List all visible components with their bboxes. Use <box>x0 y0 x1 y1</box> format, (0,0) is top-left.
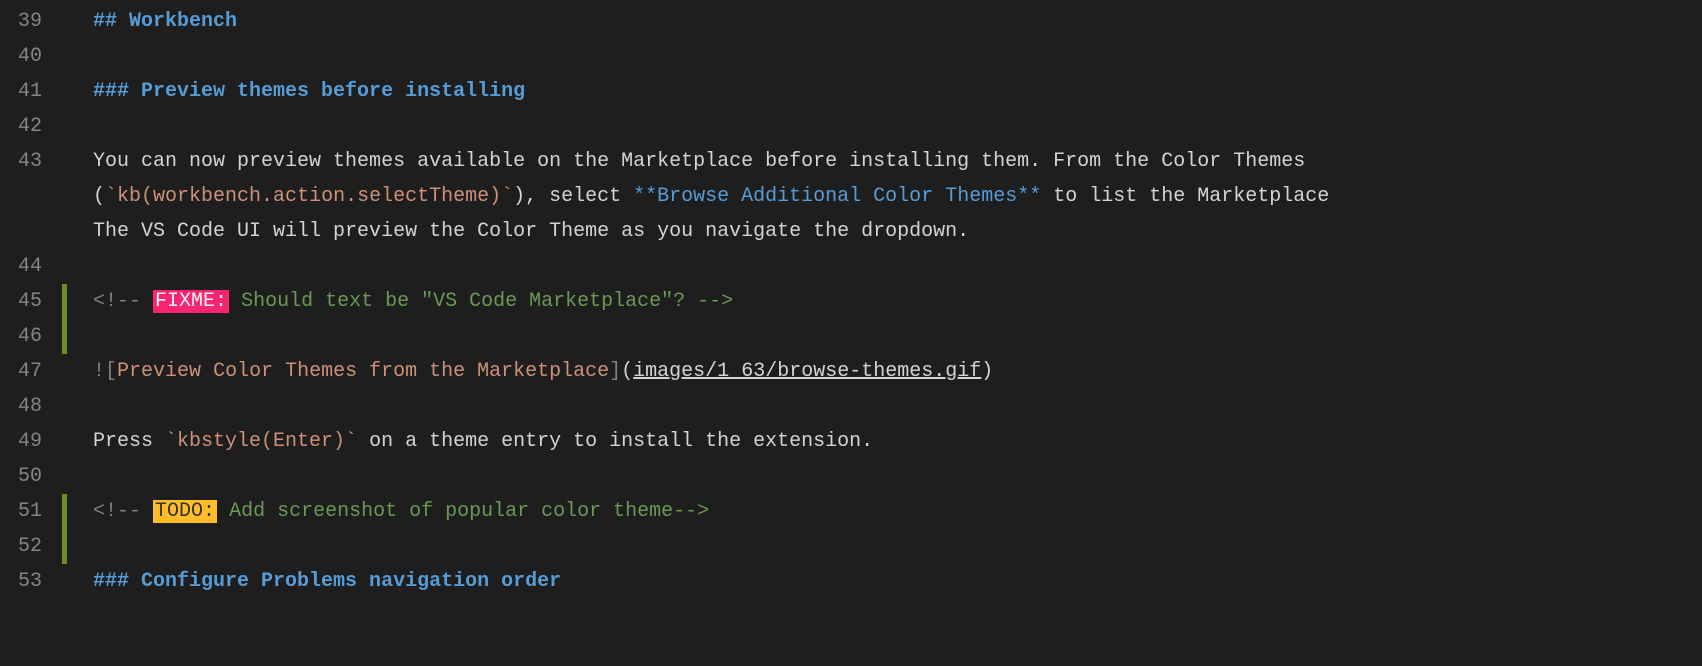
line-number: 45 <box>0 284 62 319</box>
line-number <box>0 214 62 249</box>
line-number: 52 <box>0 529 62 564</box>
html-comment: <!-- FIXME: Should text be "VS Code Mark… <box>93 290 733 313</box>
line-number <box>0 179 62 214</box>
code-content[interactable]: ## Workbench ### Preview themes before i… <box>67 0 1702 599</box>
markdown-heading: ## Workbench <box>93 10 237 33</box>
text: to list the Marketplace <box>1041 185 1329 208</box>
markdown-bold: **Browse Additional Color Themes** <box>633 185 1041 208</box>
markdown-image-bang: ! <box>93 360 105 383</box>
text: ( <box>93 185 105 208</box>
line-number-gutter: 39 40 41 42 43 44 45 46 47 48 49 50 51 5… <box>0 0 62 599</box>
text: You can now preview themes available on … <box>93 150 1305 173</box>
markdown-heading: ### Preview themes before installing <box>93 80 525 103</box>
todo-tag: TODO: <box>153 500 217 523</box>
line-number: 46 <box>0 319 62 354</box>
markdown-image-url[interactable]: images/1_63/browse-themes.gif <box>633 360 981 383</box>
line-number: 39 <box>0 4 62 39</box>
line-number: 42 <box>0 109 62 144</box>
line-number: 41 <box>0 74 62 109</box>
markdown-inline-code: `kbstyle(Enter)` <box>165 430 357 453</box>
code-editor[interactable]: 39 40 41 42 43 44 45 46 47 48 49 50 51 5… <box>0 0 1702 599</box>
line-number: 51 <box>0 494 62 529</box>
text: The VS Code UI will preview the Color Th… <box>93 220 969 243</box>
html-comment: <!-- TODO: Add screenshot of popular col… <box>93 500 709 523</box>
line-number: 47 <box>0 354 62 389</box>
line-number: 48 <box>0 389 62 424</box>
text: on a theme entry to install the extensio… <box>357 430 873 453</box>
line-number: 40 <box>0 39 62 74</box>
markdown-heading: ### Configure Problems navigation order <box>93 570 561 593</box>
text: ), select <box>513 185 633 208</box>
line-number: 53 <box>0 564 62 599</box>
line-number: 43 <box>0 144 62 179</box>
line-number: 49 <box>0 424 62 459</box>
text: Press <box>93 430 165 453</box>
line-number: 50 <box>0 459 62 494</box>
markdown-image-alt: Preview Color Themes from the Marketplac… <box>117 360 609 383</box>
line-number: 44 <box>0 249 62 284</box>
markdown-inline-code: `kb(workbench.action.selectTheme)` <box>105 185 513 208</box>
fixme-tag: FIXME: <box>153 290 229 313</box>
